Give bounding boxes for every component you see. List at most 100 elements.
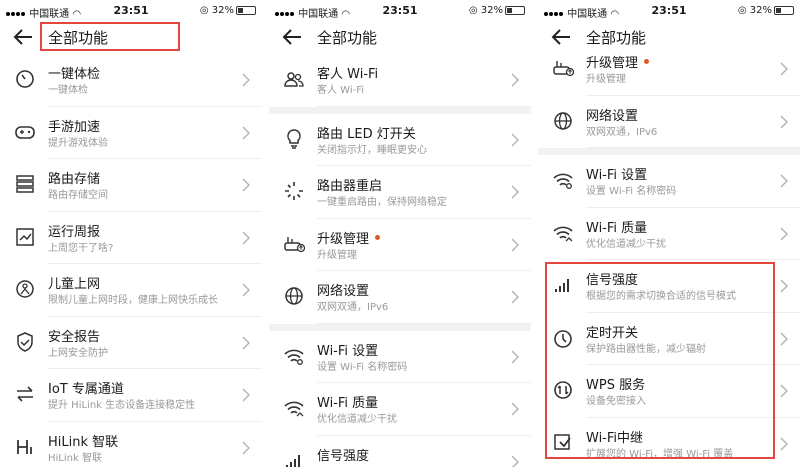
list-item[interactable]: 网络设置双网双通，IPv6 [538,96,800,148]
item-title: 网络设置 [317,284,370,299]
title-highlight-box [40,22,180,51]
page-header: 全部功能 [269,22,531,52]
item-subtitle: 双网双通，IPv6 [586,126,658,138]
chevron-right-icon [242,440,250,455]
list-item[interactable]: 一键体检 一键体检 [0,54,262,107]
list-item[interactable]: 升级管理 升级管理 [269,219,531,271]
chevron-right-icon [511,402,519,416]
battery-percent: 32% [749,5,772,16]
item-subtitle: 关闭指示灯，睡眠更安心 [317,144,427,156]
item-subtitle: 双网双通，IPv6 [317,302,389,313]
item-subtitle: 提升 HiLink 生态设备连接稳定性 [48,400,196,411]
divider [317,105,531,107]
function-list: 客人 Wi-Fi 客人 Wi-Fi 路由 LED 灯开关 关闭指示灯，睡眠更安心 路由器… [269,54,531,467]
list-item[interactable]: Wi-Fi 设置设置 Wi-Fi 名称密码 [269,331,531,383]
battery-percent: 32% [211,5,234,16]
list-item[interactable]: HiLink 智联 HiLink 智联 [0,422,262,467]
report-icon [16,227,34,246]
item-subtitle: 一键重启路由，保持网络稳定 [317,197,447,208]
item-title: 运行周报 [48,224,101,240]
function-list: 一键体检 一键体检 手游加速 提升游戏体验 路由存储 路由存储空间 运行周报 上周您干了啥? 儿… [0,54,262,467]
battery-icon [774,5,794,15]
wifi-quality-icon [553,226,573,241]
item-subtitle: 设置 Wi-Fi 名称密码 [317,361,408,373]
chevron-right-icon [780,436,788,451]
list-item[interactable]: 网络设置双网双通，IPv6 [269,271,531,324]
item-title: 路由 LED 灯开关 [317,126,416,142]
swap-arrows-icon [17,386,33,402]
item-subtitle: HiLink 智联 [48,452,102,464]
section-gap [538,148,800,155]
orientation-lock-icon: ◎ [199,5,209,16]
child-icon [16,280,34,298]
item-title: 路由存储 [48,172,101,187]
panel-all-functions-2: 中国联通 ◠ 23:51 ◎ 32% 全部功能 客人 Wi-Fi 客人 Wi-Fi… [269,0,531,467]
chevron-right-icon [242,230,250,245]
section-gap [269,323,531,331]
item-subtitle: 升级管理 [586,74,626,85]
list-item[interactable]: 路由器重启一键重启路由，保持网络稳定 [269,166,531,219]
chevron-right-icon [511,349,519,364]
list-item[interactable]: 安全报告上网安全防护 [0,317,262,369]
item-title: 儿童上网 [48,277,101,292]
globe-icon [285,287,303,305]
chevron-right-icon [511,132,519,147]
chevron-right-icon [511,73,519,87]
item-title: 一键体检 [48,67,101,82]
chevron-right-icon [511,454,519,467]
item-title: 路由器重启 [317,179,383,194]
item-title: Wi-Fi 设置 [317,343,379,359]
item-title: 手游加速 [48,119,101,135]
status-bar: 中国联通 ◠ 23:51 ◎ 32% [0,0,262,22]
gauge-icon [16,70,34,88]
list-item[interactable]: IoT 专属通道提升 HiLink 生态设备连接稳定性 [0,369,262,422]
item-title: IoT 专属通道 [48,382,124,397]
item-title: 安全报告 [48,329,101,345]
list-item[interactable]: 升级管理 升级管理 [538,43,800,96]
bulb-icon [287,128,301,149]
section-gap [269,106,531,114]
divider [586,147,800,148]
status-bar: 中国联通 ◠ 23:51 ◎ 32% [269,0,531,22]
item-title: Wi-Fi 质量 [586,220,648,236]
new-badge-dot [375,234,381,240]
item-title: 客人 Wi-Fi [317,67,379,82]
list-item[interactable]: Wi-Fi 设置 设置 Wi-Fi 名称密码 [538,155,800,208]
item-subtitle: 客人 Wi-Fi [317,85,365,96]
chevron-right-icon [780,384,788,398]
item-title: 网络设置 [586,108,639,124]
signal-icon [286,454,300,467]
list-item[interactable]: 路由存储 路由存储空间 [0,159,262,212]
chevron-right-icon [511,185,519,199]
item-title: HiLink 智联 [48,434,119,450]
panel-all-functions-1: 中国联通 ◠ 23:51 ◎ 32% 全部功能 一键体检 一键体检 手游加速 提升游戏… [0,0,262,467]
upgrade-icon [553,61,574,77]
item-title: 升级管理 [586,56,639,71]
item-subtitle: 上网安全防护 [48,347,108,359]
back-arrow-icon[interactable] [281,27,303,47]
wifi-settings-icon [553,173,573,189]
chevron-right-icon [780,174,788,188]
item-title: 升级管理 [317,231,370,247]
divider [317,322,531,324]
page-title: 全部功能 [317,29,378,47]
shield-icon [17,331,33,352]
list-item[interactable]: 儿童上网限制儿童上网时段，健康上网快乐成长 [0,264,262,317]
chevron-right-icon [780,62,788,76]
list-item[interactable]: 客人 Wi-Fi 客人 Wi-Fi [269,54,531,107]
item-title: 信号强度 [317,448,370,464]
chevron-right-icon [780,279,788,293]
item-title: Wi-Fi 质量 [317,396,379,411]
list-item[interactable]: 运行周报 上周您干了啥? [0,212,262,264]
list-item[interactable]: Wi-Fi 质量 优化信道减少干扰 [269,383,531,436]
list-item[interactable]: 手游加速 提升游戏体验 [0,107,262,159]
back-arrow-icon[interactable] [12,27,34,47]
list-item[interactable]: Wi-Fi 质量 优化信道减少干扰 [538,208,800,260]
chevron-right-icon [511,237,519,252]
list-item[interactable]: 信号强度 [269,436,531,467]
list-item[interactable]: 路由 LED 灯开关关闭指示灯，睡眠更安心 [269,114,531,166]
item-subtitle: 限制儿童上网时段，健康上网快乐成长 [48,295,218,306]
gamepad-icon [15,125,35,139]
chevron-right-icon [242,388,250,402]
orientation-lock-icon: ◎ [468,5,478,16]
